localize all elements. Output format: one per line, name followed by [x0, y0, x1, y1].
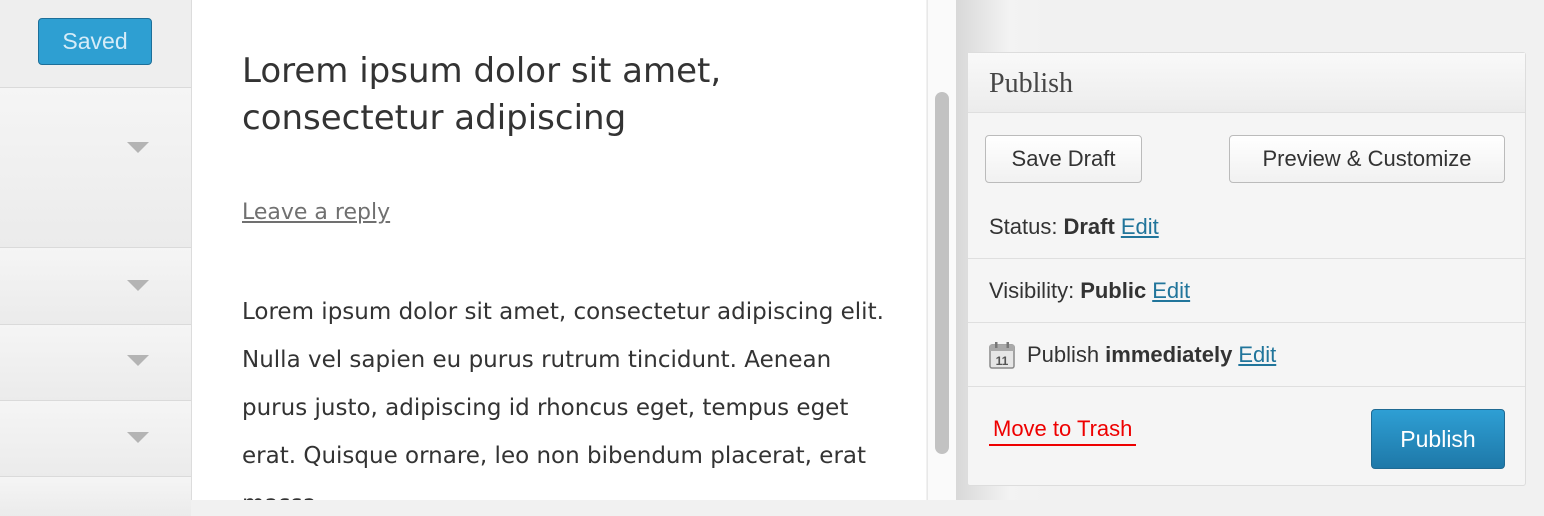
post-title[interactable]: Lorem ipsum dolor sit amet, consectetur …: [242, 48, 862, 142]
publish-button[interactable]: Publish: [1371, 409, 1505, 469]
calendar-day: 11: [996, 354, 1009, 368]
sidebar-section-1[interactable]: [0, 87, 191, 247]
preview-customize-button[interactable]: Preview & Customize: [1229, 135, 1505, 183]
scrollbar-thumb[interactable]: [935, 92, 949, 454]
calendar-icon: 11: [989, 341, 1015, 369]
publish-box-title: Publish: [989, 68, 1074, 99]
move-to-trash-link[interactable]: Move to Trash: [989, 416, 1137, 446]
chevron-down-icon: [127, 142, 149, 153]
edit-visibility-link[interactable]: Edit: [1152, 278, 1190, 304]
chevron-down-icon: [127, 432, 149, 443]
chevron-down-icon: [127, 280, 149, 291]
sidebar-section-3[interactable]: [0, 324, 191, 400]
save-draft-button[interactable]: Save Draft: [985, 135, 1142, 183]
status-value: Draft: [1063, 213, 1115, 239]
preview-scrollbar[interactable]: [927, 0, 956, 500]
status-label: Status:: [989, 213, 1058, 239]
saved-button[interactable]: Saved: [38, 18, 152, 65]
publish-box: Publish Save Draft Preview & Customize S…: [967, 52, 1526, 486]
sidebar-section-5[interactable]: [0, 476, 191, 516]
visibility-label: Visibility:: [989, 277, 1075, 303]
status-row: Status: Draft Edit: [968, 195, 1525, 259]
leave-reply-link[interactable]: Leave a reply: [242, 200, 390, 225]
site-preview: Lorem ipsum dolor sit amet, consectetur …: [192, 0, 926, 500]
edit-schedule-link[interactable]: Edit: [1238, 342, 1276, 368]
sidebar-section-2[interactable]: [0, 247, 191, 324]
publish-box-header[interactable]: Publish: [968, 53, 1525, 113]
sidebar-section-4[interactable]: [0, 400, 191, 476]
edit-status-link[interactable]: Edit: [1121, 214, 1159, 240]
schedule-label: Publish: [1027, 341, 1100, 367]
schedule-value: immediately: [1105, 341, 1233, 367]
schedule-row: 11 Publish immediately Edit: [968, 323, 1525, 387]
chevron-down-icon: [127, 355, 149, 366]
customizer-sidebar: Saved: [0, 0, 192, 516]
post-body: Lorem ipsum dolor sit amet, consectetur …: [242, 299, 884, 500]
visibility-row: Visibility: Public Edit: [968, 259, 1525, 323]
visibility-value: Public: [1080, 277, 1147, 303]
